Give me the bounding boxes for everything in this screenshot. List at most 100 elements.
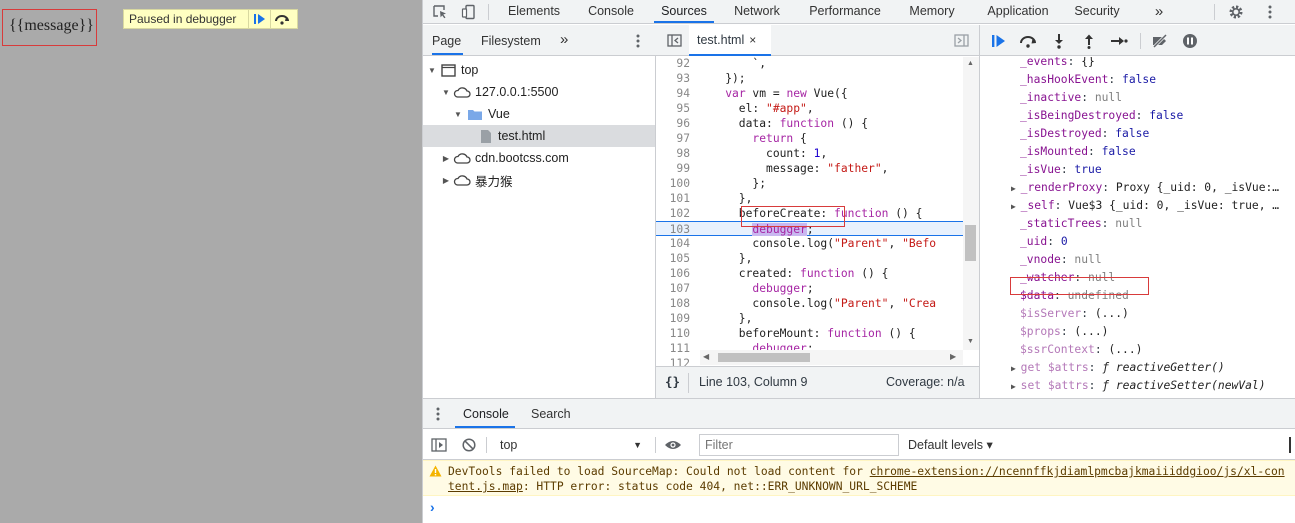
line-number[interactable]: 99 (656, 161, 698, 176)
expand-triangle-icon[interactable]: ▶ (1011, 382, 1021, 391)
toggle-console-sidebar-button[interactable] (430, 430, 448, 460)
scope-property-row[interactable]: ▶ get $attrs: ƒ reactiveGetter() (980, 359, 1295, 377)
code-line[interactable]: 110 beforeMount: function () { (656, 326, 963, 341)
tree-item-violentmonkey[interactable]: ▶ 暴力猴 (422, 169, 655, 191)
tab-memory[interactable]: Memory (901, 0, 963, 23)
tree-item-test-html[interactable]: test.html (422, 125, 655, 147)
file-tab-test-html[interactable]: test.html × (689, 25, 771, 56)
line-number[interactable]: 92 (656, 57, 698, 71)
code-line[interactable]: 96 data: function () { (656, 116, 963, 131)
toggle-navigator-button[interactable] (665, 25, 683, 56)
tab-sources[interactable]: Sources (654, 0, 714, 23)
line-number[interactable]: 100 (656, 176, 698, 191)
tab-elements[interactable]: Elements (501, 0, 567, 23)
tab-security[interactable]: Security (1068, 0, 1126, 23)
log-levels-dropdown[interactable]: Default levels ▾ (908, 434, 993, 456)
code-line[interactable]: 99 message: "father", (656, 161, 963, 176)
code-line[interactable]: 109 }, (656, 311, 963, 326)
line-number[interactable]: 105 (656, 251, 698, 266)
line-number[interactable]: 106 (656, 266, 698, 281)
code-line[interactable]: 108 console.log("Parent", "Crea (656, 296, 963, 311)
scope-property-row[interactable]: ▶ _renderProxy: Proxy {_uid: 0, _isVue:… (980, 179, 1295, 197)
line-number[interactable]: 104 (656, 236, 698, 251)
code-line[interactable]: 94 var vm = new Vue({ (656, 86, 963, 101)
scope-property-row[interactable]: ▶ set $attrs: ƒ reactiveSetter(newVal) (980, 377, 1295, 395)
tab-page[interactable]: Page (432, 25, 463, 55)
scroll-right-arrow-icon[interactable]: ▶ (950, 352, 956, 361)
customize-menu-button[interactable] (1260, 0, 1280, 23)
line-number[interactable]: 109 (656, 311, 698, 326)
live-expression-button[interactable] (662, 430, 684, 460)
code-line[interactable]: 101 }, (656, 191, 963, 206)
step-out-button[interactable] (1079, 31, 1099, 51)
code-line[interactable]: 95 el: "#app", (656, 101, 963, 116)
pretty-print-button[interactable]: {} (665, 374, 680, 389)
deactivate-breakpoints-button[interactable] (1150, 31, 1170, 51)
tab-filesystem[interactable]: Filesystem (481, 25, 545, 55)
close-tab-icon[interactable]: × (749, 33, 756, 47)
scroll-left-arrow-icon[interactable]: ◀ (703, 352, 709, 361)
scope-property-row[interactable]: ▶ _self: Vue$3 {_uid: 0, _isVue: true, … (980, 197, 1295, 215)
tab-performance[interactable]: Performance (800, 0, 890, 23)
line-number[interactable]: 94 (656, 86, 698, 101)
inspect-element-button[interactable] (430, 0, 450, 23)
code-line[interactable]: 106 created: function () { (656, 266, 963, 281)
resume-button[interactable] (989, 31, 1009, 51)
drawer-menu-button[interactable] (432, 399, 444, 429)
expand-triangle-icon[interactable]: ▶ (1011, 364, 1021, 373)
console-filter-input[interactable] (699, 434, 899, 456)
line-number[interactable]: 96 (656, 116, 698, 131)
tab-console[interactable]: Console (580, 0, 642, 23)
settings-button[interactable] (1225, 0, 1247, 23)
code-line[interactable]: 100 }; (656, 176, 963, 191)
line-number[interactable]: 95 (656, 101, 698, 116)
drawer-tab-console[interactable]: Console (455, 399, 515, 428)
step-over-button[interactable] (1018, 31, 1038, 51)
line-number[interactable]: 97 (656, 131, 698, 146)
tree-item-vue-folder[interactable]: ▼ Vue (422, 103, 655, 125)
editor-vscroll-thumb[interactable] (965, 225, 976, 261)
line-number[interactable]: 102 (656, 206, 698, 221)
execution-context-select[interactable]: top ▼ (496, 434, 646, 456)
device-toolbar-button[interactable] (459, 0, 479, 23)
tree-item-top[interactable]: ▼ top (422, 59, 655, 81)
code-line[interactable]: 105 }, (656, 251, 963, 266)
scroll-down-arrow-icon[interactable]: ▼ (967, 338, 974, 345)
line-number[interactable]: 98 (656, 146, 698, 161)
code-line[interactable]: 107 debugger; (656, 281, 963, 296)
line-number[interactable]: 110 (656, 326, 698, 341)
scroll-up-arrow-icon[interactable]: ▲ (967, 60, 974, 67)
step-into-button[interactable] (1049, 31, 1069, 51)
step-button[interactable] (1109, 31, 1129, 51)
editor-horizontal-scrollbar[interactable]: ◀ ▶ (700, 350, 963, 365)
more-tabs-button[interactable]: » (1147, 0, 1171, 23)
navigator-more-button[interactable]: » (560, 25, 574, 55)
pause-on-exceptions-button[interactable] (1180, 31, 1200, 51)
code-line[interactable]: 92 `, (656, 57, 963, 71)
code-line[interactable]: 93 }); (656, 71, 963, 86)
toggle-debugger-sidebar-button[interactable] (952, 25, 970, 56)
resume-button[interactable] (248, 10, 270, 28)
step-over-button[interactable] (270, 10, 292, 28)
navigator-menu-button[interactable] (628, 25, 648, 56)
editor-hscroll-thumb[interactable] (718, 353, 810, 362)
line-number[interactable]: 93 (656, 71, 698, 86)
drawer-tab-search[interactable]: Search (531, 399, 579, 428)
expand-triangle-icon[interactable]: ▶ (1011, 202, 1021, 211)
line-number[interactable]: 108 (656, 296, 698, 311)
line-number[interactable]: 112 (656, 356, 698, 366)
tree-item-localhost[interactable]: ▼ 127.0.0.1:5500 (422, 81, 655, 103)
tab-network[interactable]: Network (726, 0, 788, 23)
editor-vertical-scrollbar[interactable]: ▲ ▼ (963, 57, 979, 350)
console-prompt[interactable]: › (430, 499, 435, 515)
line-number[interactable]: 101 (656, 191, 698, 206)
code-line[interactable]: 98 count: 1, (656, 146, 963, 161)
tab-application[interactable]: Application (975, 0, 1061, 23)
line-number[interactable]: 107 (656, 281, 698, 296)
line-number[interactable]: 103 (656, 222, 698, 237)
expand-triangle-icon[interactable]: ▶ (1011, 184, 1021, 193)
tree-item-cdn-bootcss[interactable]: ▶ cdn.bootcss.com (422, 147, 655, 169)
clear-console-button[interactable] (460, 430, 478, 460)
line-number[interactable]: 111 (656, 341, 698, 356)
code-line[interactable]: 97 return { (656, 131, 963, 146)
